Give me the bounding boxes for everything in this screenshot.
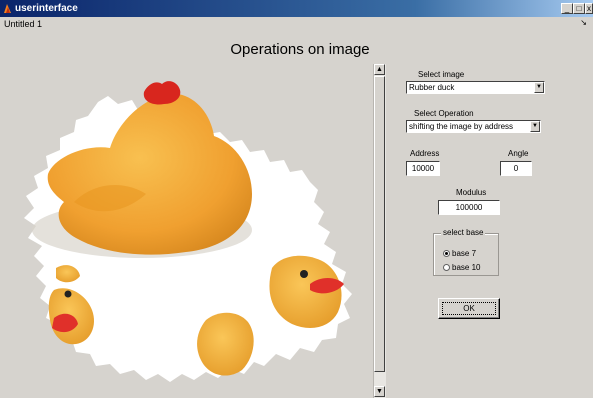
figure-title: Operations on image bbox=[230, 41, 370, 58]
select-image-label: Select image bbox=[418, 70, 465, 79]
matlab-figure-window: userinterface _ □ x Untitled 1 ↘ Operati… bbox=[0, 0, 593, 398]
ok-button[interactable]: OK bbox=[438, 298, 500, 319]
select-image-arrow-button[interactable]: ▼ bbox=[534, 82, 544, 93]
radio-base-10[interactable] bbox=[443, 264, 450, 271]
select-image-value: Rubber duck bbox=[409, 83, 455, 92]
modulus-label: Modulus bbox=[456, 188, 487, 197]
select-image-dropdown[interactable]: Rubber duck ▼ bbox=[406, 81, 545, 94]
address-label: Address bbox=[410, 149, 440, 158]
focus-rectangle bbox=[442, 302, 496, 315]
minimize-button[interactable]: _ bbox=[561, 3, 573, 14]
scroll-up-button[interactable]: ▲ bbox=[374, 64, 385, 75]
duck-crest bbox=[143, 81, 181, 105]
resize-arrow-icon[interactable]: ↘ bbox=[580, 18, 587, 27]
main-duck-body bbox=[47, 93, 253, 255]
scroll-thumb[interactable] bbox=[374, 76, 385, 372]
select-operation-dropdown[interactable]: shifting the image by address ▼ bbox=[406, 120, 541, 133]
matlab-app-icon bbox=[4, 4, 11, 13]
angle-label: Angle bbox=[508, 149, 529, 158]
arrow-up-icon: ▲ bbox=[376, 66, 383, 73]
address-input[interactable]: 10000 bbox=[406, 161, 440, 176]
select-operation-label: Select Operation bbox=[414, 109, 474, 118]
menu-bar: Untitled 1 ↘ bbox=[0, 17, 593, 31]
select-operation-arrow-button[interactable]: ▼ bbox=[530, 121, 540, 132]
maximize-button[interactable]: □ bbox=[573, 3, 585, 14]
radio-base-7-label[interactable]: base 7 bbox=[452, 249, 476, 259]
radio-base-7[interactable] bbox=[443, 250, 450, 257]
select-operation-value: shifting the image by address bbox=[409, 122, 514, 131]
close-button[interactable]: x bbox=[585, 3, 593, 14]
image-scrollbar[interactable]: ▲ ▼ bbox=[373, 64, 386, 398]
image-axes bbox=[24, 81, 352, 382]
chevron-down-icon: ▼ bbox=[532, 123, 538, 129]
figure-name-label: Untitled 1 bbox=[4, 19, 43, 29]
title-bar[interactable]: userinterface _ □ x bbox=[0, 0, 593, 17]
modulus-input[interactable]: 100000 bbox=[438, 200, 500, 215]
chevron-down-icon: ▼ bbox=[536, 84, 542, 90]
select-base-title: select base bbox=[441, 228, 486, 238]
scroll-down-button[interactable]: ▼ bbox=[374, 386, 385, 397]
radio-base-10-label[interactable]: base 10 bbox=[452, 263, 480, 273]
arrow-down-icon: ▼ bbox=[376, 388, 383, 395]
angle-input[interactable]: 0 bbox=[500, 161, 532, 176]
duck-fragment-bottom bbox=[197, 312, 254, 376]
window-title: userinterface bbox=[15, 3, 78, 14]
